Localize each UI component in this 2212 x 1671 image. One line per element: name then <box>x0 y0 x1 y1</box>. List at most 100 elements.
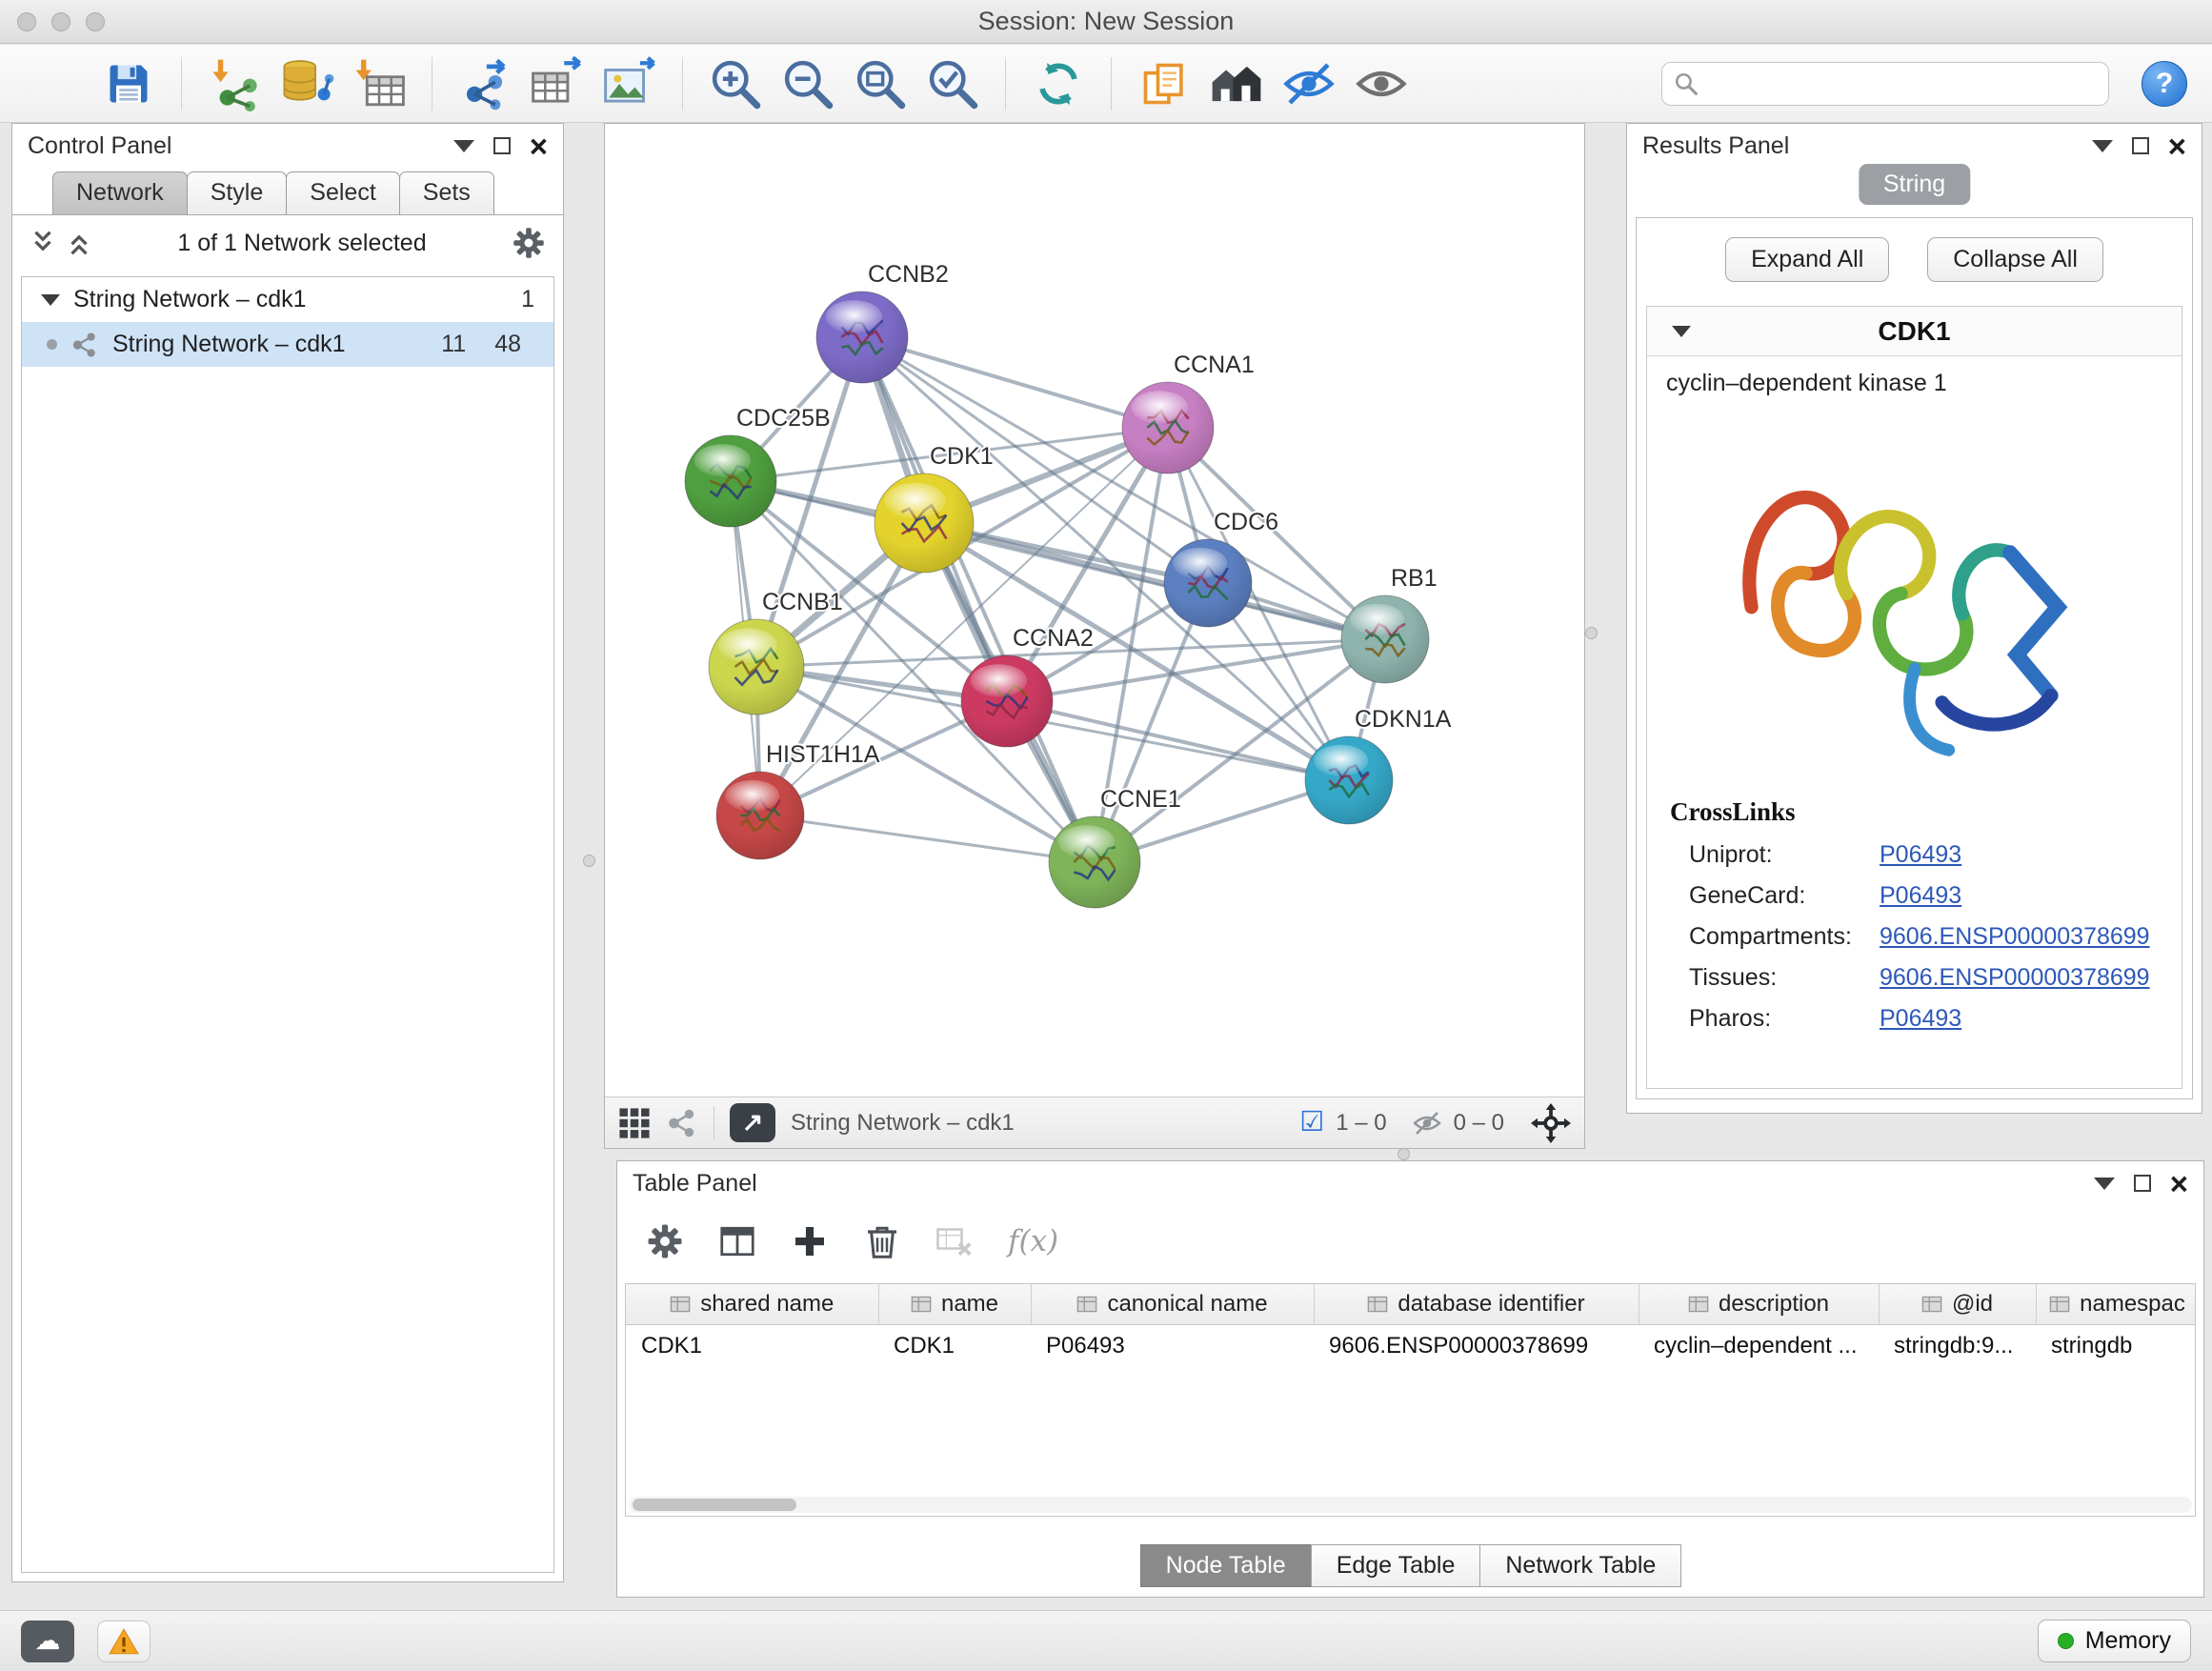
network-canvas[interactable]: CCNB2CCNA1CDC25BCDK1CDC6RB1CCNB1CCNA2CDK… <box>605 124 1584 1097</box>
cell-id[interactable]: stringdb:9... <box>1879 1324 2036 1368</box>
column-header[interactable]: database identifier <box>1314 1284 1639 1324</box>
save-session-button[interactable] <box>97 52 160 115</box>
cloud-button[interactable]: ☁ <box>21 1621 74 1662</box>
gear-icon[interactable] <box>512 226 546 260</box>
network-row[interactable]: String Network – cdk1 11 48 <box>22 322 553 367</box>
export-table-button[interactable] <box>526 52 589 115</box>
uniprot-link[interactable]: P06493 <box>1880 841 1961 869</box>
panel-close-icon[interactable]: × <box>530 131 548 162</box>
panel-menu-icon[interactable] <box>2094 1178 2115 1190</box>
table-row[interactable]: CDK1 CDK1 P06493 9606.ENSP00000378699 cy… <box>626 1324 2196 1368</box>
traffic-light-zoom[interactable] <box>86 12 105 31</box>
tab-network[interactable]: Network <box>52 171 188 214</box>
panel-float-icon[interactable] <box>493 137 511 154</box>
tissues-link[interactable]: 9606.ENSP00000378699 <box>1880 964 2150 992</box>
genecard-link[interactable]: P06493 <box>1880 882 1961 910</box>
docs-icon-button[interactable] <box>1133 52 1196 115</box>
network-node-ccnb1[interactable]: CCNB1 <box>709 589 843 715</box>
birds-eye-grid-icon[interactable] <box>618 1107 651 1139</box>
export-image-button[interactable] <box>598 52 661 115</box>
column-header[interactable]: canonical name <box>1031 1284 1314 1324</box>
panel-close-icon[interactable]: × <box>2168 131 2186 162</box>
panel-menu-icon[interactable] <box>2092 140 2113 152</box>
network-node-cdkn1a[interactable]: CDKN1A <box>1305 706 1452 824</box>
panel-menu-icon[interactable] <box>453 140 474 152</box>
eye-icon-button[interactable] <box>1350 52 1413 115</box>
compartments-link[interactable]: 9606.ENSP00000378699 <box>1880 923 2150 951</box>
network-edge[interactable] <box>924 523 1385 639</box>
eye-crossed-icon-button[interactable] <box>1277 52 1340 115</box>
zoom-out-icon <box>781 57 835 111</box>
network-collection-row[interactable]: String Network – cdk1 1 <box>22 277 553 322</box>
network-node-ccnb2[interactable]: CCNB2 <box>816 261 949 383</box>
panel-float-icon[interactable] <box>2132 137 2149 154</box>
column-header[interactable]: namespac <box>2036 1284 2196 1324</box>
warnings-button[interactable] <box>97 1621 151 1662</box>
import-network-file-button[interactable] <box>203 52 266 115</box>
network-edge[interactable] <box>862 337 1168 428</box>
import-table-button[interactable] <box>348 52 411 115</box>
show-columns-icon[interactable] <box>718 1222 756 1260</box>
column-header[interactable]: shared name <box>626 1284 878 1324</box>
column-header[interactable]: description <box>1639 1284 1879 1324</box>
column-header[interactable]: name <box>878 1284 1031 1324</box>
network-edge[interactable] <box>862 337 1095 862</box>
network-edge[interactable] <box>760 815 1095 862</box>
table-settings-gear-icon[interactable] <box>646 1222 684 1260</box>
zoom-selected-button[interactable] <box>921 52 984 115</box>
fit-content-button[interactable]: ↗ <box>730 1103 775 1142</box>
tab-network-table[interactable]: Network Table <box>1479 1544 1681 1587</box>
pan-crosshair-icon[interactable] <box>1531 1103 1571 1143</box>
houses-icon <box>1209 56 1264 111</box>
zoom-in-button[interactable] <box>704 52 767 115</box>
tab-sets[interactable]: Sets <box>399 171 494 214</box>
gene-description: cyclin–dependent kinase 1 <box>1647 356 2182 397</box>
gene-section-header[interactable]: CDK1 <box>1647 307 2182 356</box>
network-share-icon[interactable] <box>666 1107 698 1139</box>
scrollbar-thumb[interactable] <box>633 1499 796 1511</box>
column-header[interactable]: @id <box>1879 1284 2036 1324</box>
cell-description[interactable]: cyclin–dependent ... <box>1639 1324 1879 1368</box>
tab-select[interactable]: Select <box>286 171 399 214</box>
cell-canonical-name[interactable]: P06493 <box>1031 1324 1314 1368</box>
tab-edge-table[interactable]: Edge Table <box>1311 1544 1481 1587</box>
apply-layout-button[interactable] <box>1027 52 1090 115</box>
add-column-plus-icon[interactable] <box>791 1222 829 1260</box>
zoom-out-button[interactable] <box>776 52 839 115</box>
export-network-button[interactable] <box>453 52 516 115</box>
gene-disclosure-icon[interactable] <box>1672 326 1691 337</box>
pharos-link[interactable]: P06493 <box>1880 1005 1961 1033</box>
cell-namespace[interactable]: stringdb <box>2036 1324 2196 1368</box>
network-node-ccna1[interactable]: CCNA1 <box>1122 352 1255 473</box>
memory-button[interactable]: Memory <box>2038 1620 2191 1662</box>
traffic-light-close[interactable] <box>17 12 36 31</box>
traffic-light-minimize[interactable] <box>51 12 70 31</box>
zoom-fit-button[interactable] <box>849 52 912 115</box>
panel-float-icon[interactable] <box>2134 1175 2151 1192</box>
tab-node-table[interactable]: Node Table <box>1140 1544 1312 1587</box>
network-node-rb1[interactable]: RB1 <box>1341 565 1438 683</box>
splitter-handle[interactable] <box>583 855 595 867</box>
delete-column-trash-icon[interactable] <box>863 1222 901 1260</box>
help-button[interactable]: ? <box>2142 61 2187 107</box>
splitter-handle[interactable] <box>1398 1148 1410 1160</box>
search-input[interactable] <box>1706 70 2097 97</box>
collapse-all-chevrons-icon[interactable] <box>66 229 92 257</box>
cell-shared-name[interactable]: CDK1 <box>626 1324 878 1368</box>
network-edge[interactable] <box>1007 701 1349 780</box>
cell-name[interactable]: CDK1 <box>878 1324 1031 1368</box>
expand-all-chevrons-icon[interactable] <box>30 229 56 257</box>
import-network-database-button[interactable] <box>275 52 338 115</box>
horizontal-scrollbar[interactable] <box>629 1497 2192 1513</box>
cell-database-identifier[interactable]: 9606.ENSP00000378699 <box>1314 1324 1639 1368</box>
houses-icon-button[interactable] <box>1205 52 1268 115</box>
panel-close-icon[interactable]: × <box>2170 1168 2188 1199</box>
splitter-handle[interactable] <box>1585 627 1598 639</box>
tab-style[interactable]: Style <box>187 171 288 214</box>
tab-string[interactable]: String <box>1859 164 1970 205</box>
expand-all-button[interactable]: Expand All <box>1725 237 1889 282</box>
open-session-button[interactable] <box>25 52 88 115</box>
collapse-all-button[interactable]: Collapse All <box>1927 237 2103 282</box>
network-node-hist1h1a[interactable]: HIST1H1A <box>716 741 880 859</box>
collection-disclosure-icon[interactable] <box>41 294 60 306</box>
